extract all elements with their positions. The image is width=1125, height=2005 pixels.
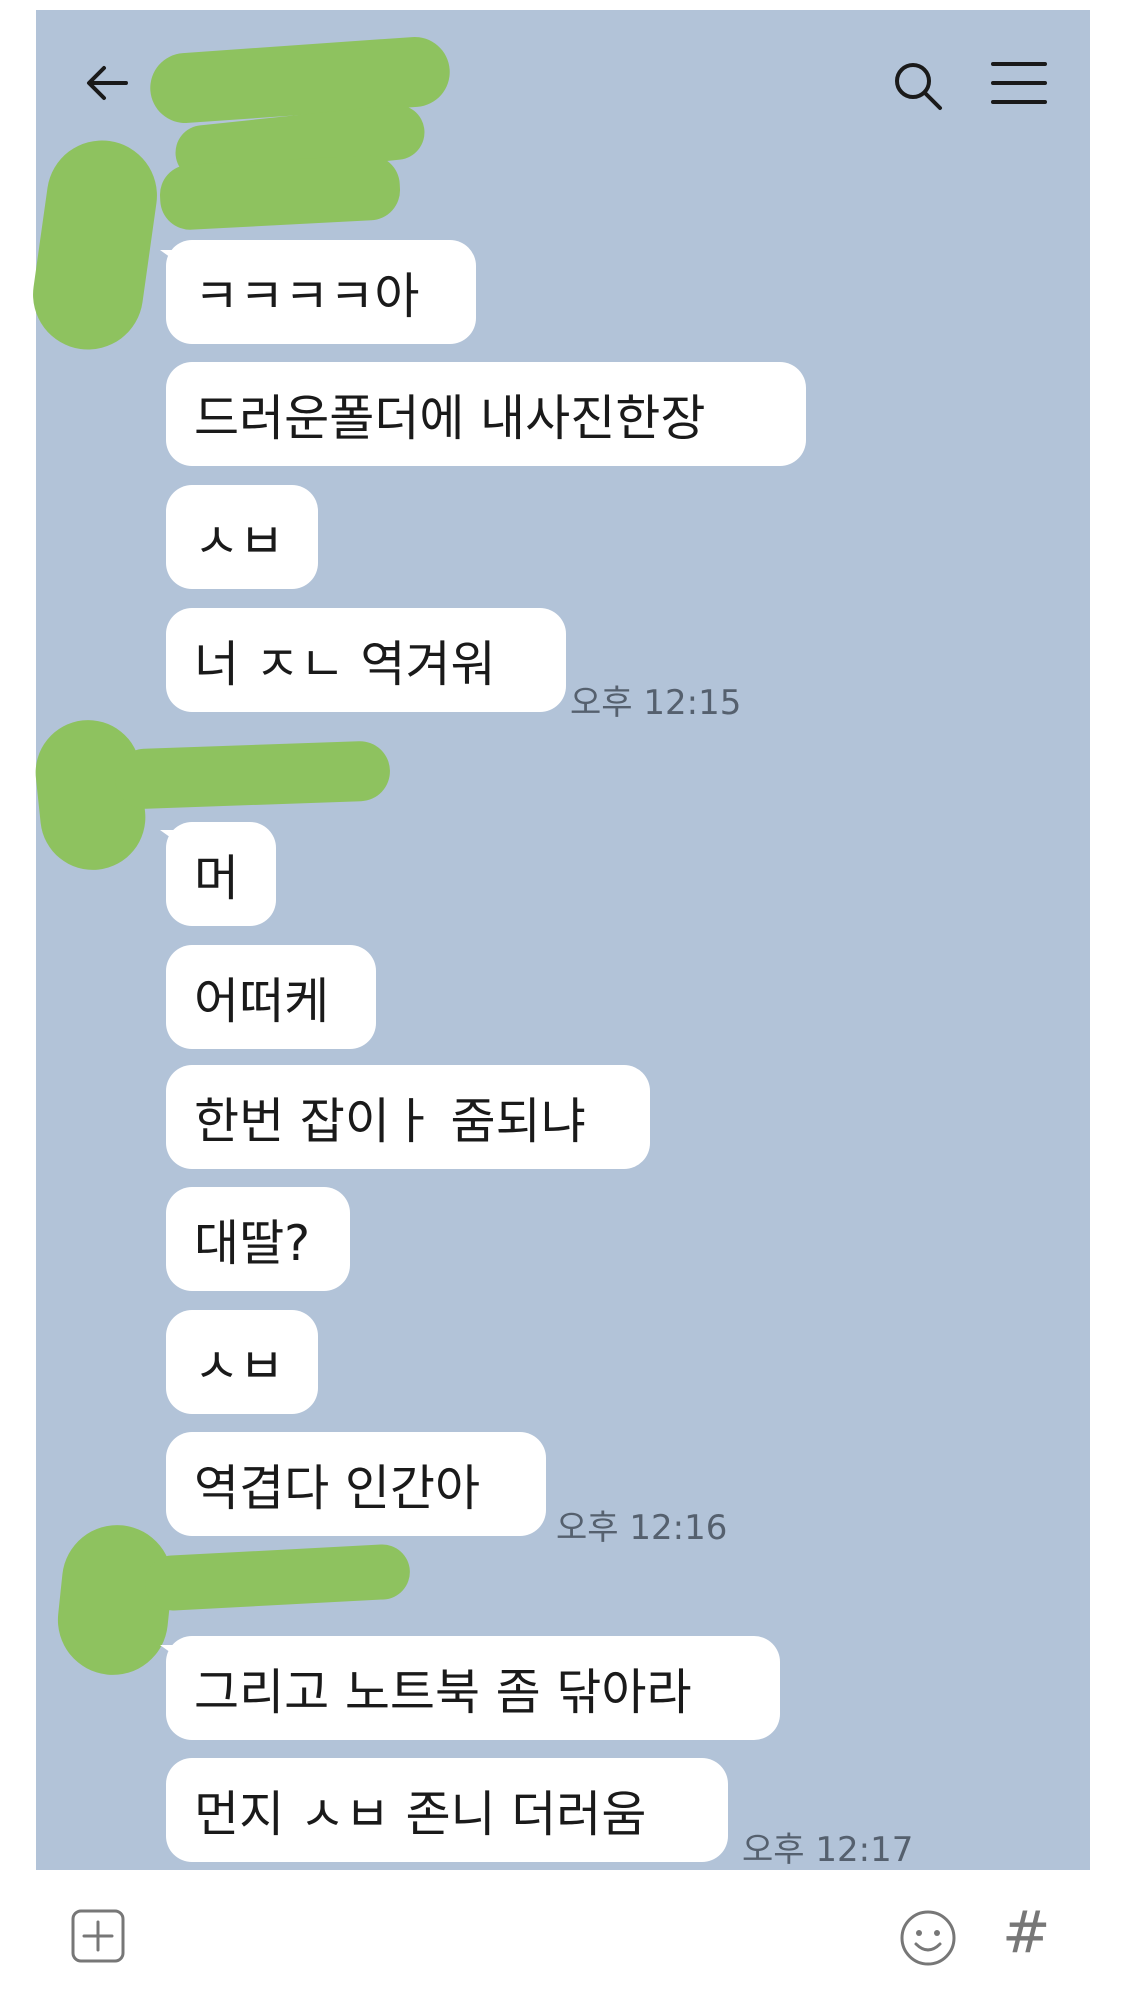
message-bubble[interactable]: ㅅㅂ [166,1310,318,1414]
message-bubble[interactable]: 머 [166,822,276,926]
message-bubble[interactable]: 그리고 노트북 좀 닦아라 [166,1636,780,1740]
message-bubble[interactable]: 너 ㅈㄴ 역겨워 [166,608,566,712]
hashtag-button[interactable]: # [1002,1898,1051,1966]
message-time: 오후 12:16 [556,1508,728,1548]
message-bubble[interactable]: 먼지 ㅅㅂ 존니 더러움 [166,1758,728,1862]
message-bubble[interactable]: 어떠케 [166,945,376,1049]
hamburger-menu-icon[interactable] [990,60,1048,106]
message-bubble[interactable]: 드러운폴더에 내사진한장 [166,362,806,466]
message-time: 오후 12:17 [742,1830,914,1870]
search-icon[interactable] [890,58,946,114]
message-bubble[interactable]: 역겹다 인간아 [166,1432,546,1536]
plus-box-icon[interactable] [70,1908,126,1964]
emoji-icon[interactable] [898,1908,958,1968]
message-bubble[interactable]: ㅅㅂ [166,485,318,589]
message-bubble[interactable]: 대딸? [166,1187,350,1291]
redacted-sender-name [114,740,391,810]
redacted-sender-name [158,153,402,232]
message-bubble[interactable]: 한번 잡이ㅏ 줌되냐 [166,1065,650,1169]
back-arrow-icon[interactable] [82,58,132,108]
message-bubble[interactable]: ㅋㅋㅋㅋ아 [166,240,476,344]
message-time: 오후 12:15 [570,683,742,723]
